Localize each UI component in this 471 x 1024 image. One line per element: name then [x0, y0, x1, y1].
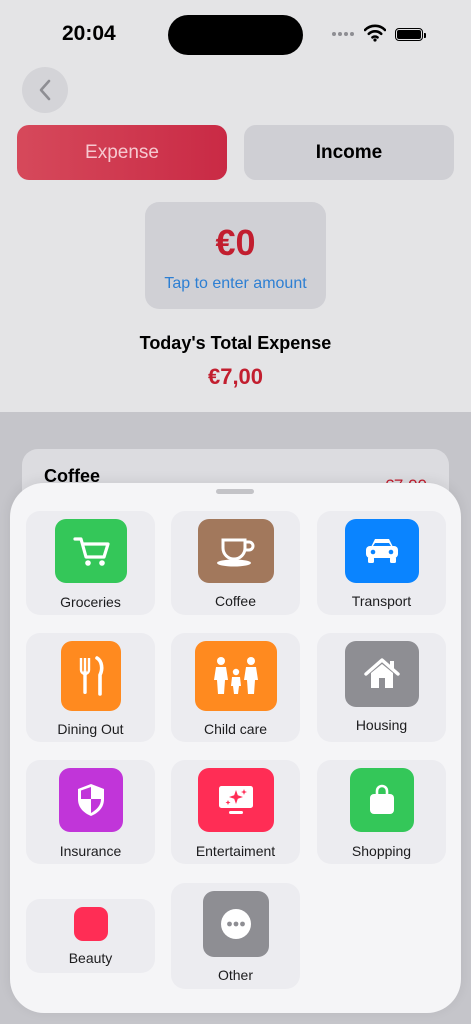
battery-icon [395, 28, 423, 41]
category-dining-out[interactable]: Dining Out [26, 633, 155, 742]
category-label: Dining Out [57, 721, 124, 737]
category-transport[interactable]: Transport [317, 511, 446, 615]
sheet-grabber[interactable] [216, 489, 254, 494]
beauty-icon [73, 907, 108, 941]
category-housing[interactable]: Housing [317, 633, 446, 742]
cart-icon [54, 519, 127, 583]
tv-sparkle-icon [197, 768, 274, 832]
house-icon [344, 641, 419, 707]
category-label: Other [217, 967, 253, 983]
amount-hint: Tap to enter amount [164, 275, 307, 292]
total-expense-label: Today's Total Expense [139, 333, 332, 353]
category-other[interactable]: Other [171, 883, 300, 989]
shield-icon [58, 768, 123, 832]
signal-icon [332, 32, 356, 37]
category-coffee[interactable]: Coffee [171, 511, 300, 615]
category-beauty[interactable]: Beauty [26, 899, 155, 973]
amount-input-card[interactable]: €0 Tap to enter amount [145, 202, 326, 309]
dynamic-island [168, 15, 303, 55]
status-time: 20:04 [62, 22, 116, 45]
category-label: Beauty [68, 950, 113, 966]
fork-knife-icon [60, 641, 121, 711]
category-entertainment[interactable]: Entertaiment [171, 760, 300, 864]
total-expense-value: €7,00 [207, 364, 264, 389]
segment-income[interactable]: Income [244, 125, 454, 180]
segment-expense[interactable]: Expense [17, 125, 227, 180]
category-label: Transport [351, 593, 412, 609]
category-label: Coffee [215, 593, 256, 609]
category-label: Housing [355, 717, 408, 733]
more-icon [202, 891, 269, 957]
category-shopping[interactable]: Shopping [317, 760, 446, 864]
category-sheet: Groceries Coffee Transport Dining Out Ch… [10, 483, 461, 1013]
category-label: Groceries [60, 594, 121, 610]
back-button[interactable] [22, 67, 68, 113]
category-label: Shopping [351, 843, 412, 859]
chevron-left-icon [39, 79, 51, 101]
category-groceries[interactable]: Groceries [26, 511, 155, 615]
car-icon [344, 519, 419, 583]
category-insurance[interactable]: Insurance [26, 760, 155, 864]
category-child-care[interactable]: Child care [171, 633, 300, 742]
category-label: Insurance [59, 843, 122, 859]
family-icon [194, 641, 277, 711]
amount-value: €0 [215, 222, 256, 263]
category-label: Entertaiment [195, 843, 276, 859]
bag-icon [349, 768, 414, 832]
category-label: Child care [203, 721, 268, 737]
coffee-cup-icon [197, 519, 274, 583]
wifi-icon [364, 24, 386, 42]
